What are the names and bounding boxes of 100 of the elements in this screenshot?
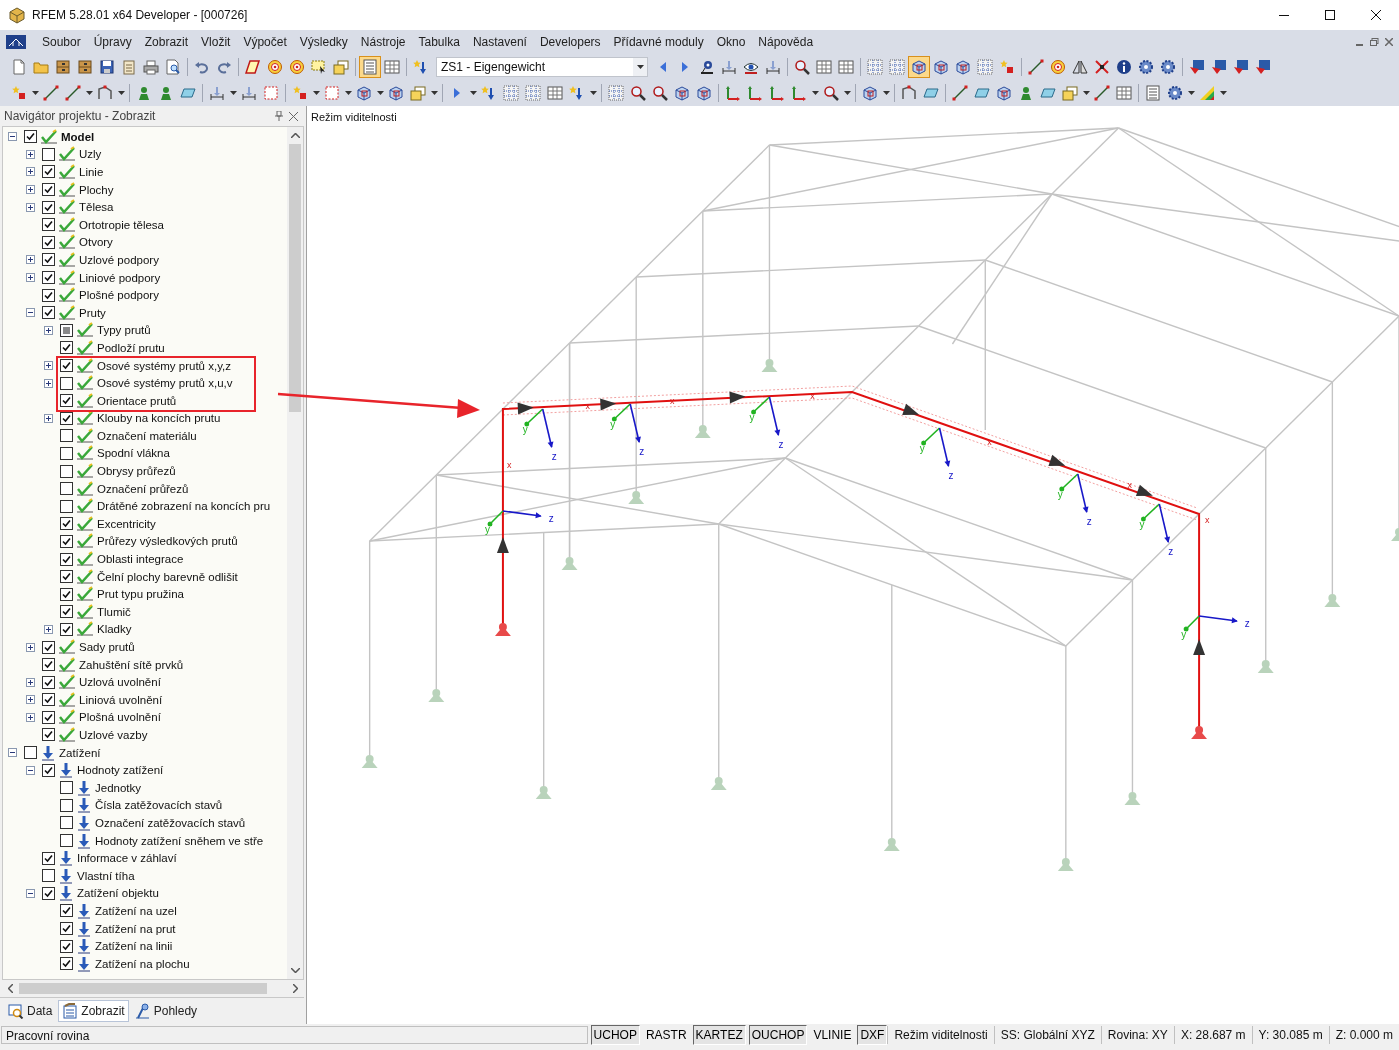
tree-item-label[interactable]: Uzlové podpory — [79, 253, 159, 266]
checkbox[interactable] — [42, 147, 55, 161]
checkbox[interactable] — [42, 306, 55, 320]
panel-tab[interactable]: Data — [4, 1000, 57, 1022]
checkbox[interactable] — [60, 904, 73, 918]
checkbox[interactable] — [60, 834, 73, 848]
menu-item[interactable]: Zobrazit — [138, 33, 195, 51]
checkbox[interactable] — [42, 253, 55, 267]
expand-icon[interactable] — [26, 273, 35, 283]
tree-item-label[interactable]: Průřezy výsledkových prutů — [97, 535, 238, 548]
tree-item-label[interactable]: Prut typu pružina — [97, 588, 184, 601]
tree-item-label[interactable]: Plošná uvolnění — [79, 711, 161, 724]
checkbox[interactable] — [42, 763, 55, 777]
tree-item-label[interactable]: Orientace prutů — [97, 394, 177, 407]
checkbox[interactable] — [60, 922, 73, 935]
checkbox[interactable] — [60, 517, 73, 531]
tree-item-label[interactable]: Zatížení objektu — [77, 887, 159, 900]
tree-item-label[interactable]: Ortotropie tělesa — [79, 218, 164, 231]
checkbox[interactable] — [42, 271, 55, 285]
collapse-icon[interactable] — [8, 132, 17, 142]
checkbox[interactable] — [42, 200, 55, 214]
tree-item-label[interactable]: Spodní vlákna — [97, 447, 170, 460]
checkbox[interactable] — [24, 130, 37, 144]
checkbox[interactable] — [42, 886, 55, 900]
checkbox[interactable] — [60, 570, 73, 584]
menu-item[interactable]: Developers — [533, 33, 607, 51]
menu-item[interactable]: Vložit — [195, 33, 237, 51]
checkbox[interactable] — [42, 640, 55, 654]
checkbox[interactable] — [42, 658, 55, 672]
checkbox[interactable] — [60, 394, 73, 408]
close-icon[interactable] — [289, 111, 298, 121]
tree-item-label[interactable]: Uzlové vazby — [79, 729, 148, 741]
expand-icon[interactable] — [26, 149, 35, 159]
status-toggle[interactable]: RASTR — [642, 1025, 690, 1045]
tree-item-label[interactable]: Zahuštění sítě prvků — [79, 658, 184, 671]
menu-item[interactable]: Nápověda — [752, 33, 820, 51]
checkbox[interactable] — [60, 939, 73, 953]
expand-icon[interactable] — [26, 185, 35, 195]
menu-item[interactable]: Přídavné moduly — [607, 33, 710, 51]
checkbox[interactable] — [42, 869, 55, 883]
expand-icon[interactable] — [26, 167, 35, 177]
tree-item-label[interactable]: Tlumič — [97, 605, 131, 618]
checkbox[interactable] — [60, 957, 73, 971]
menu-item[interactable]: Výsledky — [293, 33, 354, 51]
tree-item-label[interactable]: Liniové podpory — [79, 271, 161, 284]
close-icon[interactable] — [1385, 38, 1393, 46]
load-case-dropdown[interactable]: ZS1 - Eigengewicht — [436, 57, 648, 77]
checkbox[interactable] — [60, 464, 73, 478]
tree-item-label[interactable]: Informace v záhlaví — [77, 852, 177, 865]
status-toggle[interactable]: UCHOP — [590, 1025, 640, 1045]
expand-icon[interactable] — [26, 642, 35, 652]
expand-icon[interactable] — [26, 695, 35, 705]
tree-item-label[interactable]: Čelní plochy barevně odlišit — [97, 570, 238, 583]
tree-item-label[interactable]: Uzlová uvolnění — [79, 676, 161, 689]
tree-item-label[interactable]: Zatížení na prut — [95, 922, 176, 935]
checkbox[interactable] — [42, 851, 55, 865]
tree-item-label[interactable]: Zatížení na linii — [95, 940, 173, 953]
status-toggle[interactable]: VLINIE — [810, 1025, 855, 1045]
status-toggle[interactable]: KARTEZ — [692, 1025, 746, 1045]
checkbox[interactable] — [42, 288, 55, 302]
tree-item-label[interactable]: Hodnoty zatížení sněhem ve stře — [95, 834, 264, 847]
tree-item-label[interactable]: Drátěné zobrazení na koncích pru — [97, 500, 271, 513]
status-toggle[interactable]: OUCHOP — [748, 1025, 808, 1045]
menu-item[interactable]: Výpočet — [237, 33, 293, 51]
collapse-icon[interactable] — [26, 888, 35, 898]
expand-icon[interactable] — [44, 413, 53, 423]
collapse-icon[interactable] — [26, 765, 35, 775]
tree-item-label[interactable]: Pruty — [79, 306, 106, 319]
checkbox[interactable] — [42, 183, 55, 197]
tree-item-label[interactable]: Model — [61, 130, 95, 143]
tree-item-label[interactable]: Zatížení na uzel — [95, 904, 177, 917]
scrollbar-thumb[interactable] — [289, 144, 301, 412]
expand-icon[interactable] — [26, 712, 35, 722]
checkbox[interactable] — [60, 534, 73, 548]
menu-item[interactable]: Úpravy — [87, 33, 138, 51]
checkbox[interactable] — [42, 710, 55, 724]
expand-icon[interactable] — [26, 677, 35, 687]
tree-item-label[interactable]: Linie — [79, 166, 104, 178]
checkbox[interactable] — [60, 587, 73, 601]
checkbox[interactable] — [60, 552, 73, 566]
expand-icon[interactable] — [44, 361, 53, 370]
tree-item-label[interactable]: Plošné podpory — [79, 289, 159, 302]
checkbox[interactable] — [60, 482, 73, 496]
tree-item-label[interactable]: Označení průřezů — [97, 482, 189, 495]
collapse-icon[interactable] — [8, 748, 17, 758]
checkbox[interactable] — [60, 816, 73, 830]
checkbox[interactable] — [60, 359, 73, 372]
checkbox[interactable] — [42, 728, 55, 742]
checkbox[interactable] — [42, 218, 55, 232]
expand-icon[interactable] — [26, 255, 35, 265]
status-toggle[interactable]: DXF — [857, 1025, 888, 1045]
tree-item-label[interactable]: Otvory — [79, 236, 113, 249]
tree-item-label[interactable]: Osové systémy prutů x,y,z — [97, 359, 231, 372]
checkbox[interactable] — [60, 781, 73, 795]
tree-item-label[interactable]: Zatížení na plochu — [95, 957, 190, 970]
collapse-icon[interactable] — [26, 308, 35, 318]
checkbox[interactable] — [60, 499, 73, 513]
menu-item[interactable]: Nástroje — [354, 33, 412, 51]
checkbox[interactable] — [60, 447, 73, 460]
menu-item[interactable]: Nastavení — [466, 33, 533, 51]
